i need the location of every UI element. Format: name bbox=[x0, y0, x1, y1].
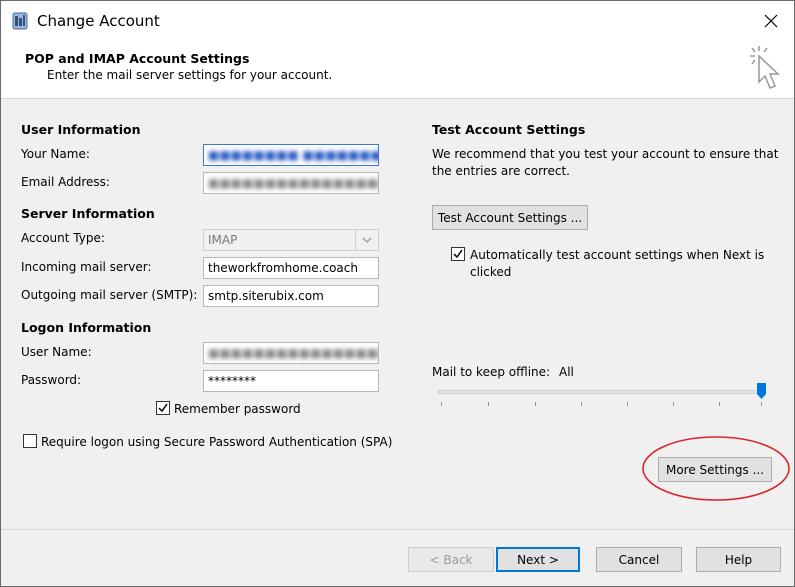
slider-tick bbox=[627, 402, 628, 406]
highlight-ellipse bbox=[642, 436, 790, 501]
outgoing-server-label: Outgoing mail server (SMTP): bbox=[21, 288, 198, 302]
close-icon bbox=[764, 14, 778, 28]
checkmark-icon bbox=[158, 403, 168, 413]
spa-checkbox[interactable] bbox=[23, 434, 37, 448]
user-name-label: User Name: bbox=[21, 345, 92, 359]
header-subtitle: Enter the mail server settings for your … bbox=[47, 68, 333, 82]
close-button[interactable] bbox=[748, 1, 794, 41]
auto-test-label-line2: clicked bbox=[470, 265, 512, 279]
your-name-label: Your Name: bbox=[21, 147, 90, 161]
title-bar: Change Account bbox=[1, 1, 794, 41]
header-title: POP and IMAP Account Settings bbox=[25, 51, 250, 66]
window-title: Change Account bbox=[37, 12, 160, 30]
slider-tick bbox=[535, 402, 536, 406]
account-type-value: IMAP bbox=[208, 233, 238, 247]
password-label: Password: bbox=[21, 373, 82, 387]
help-button[interactable]: Help bbox=[696, 547, 781, 572]
password-input[interactable]: ******** bbox=[203, 370, 379, 392]
your-name-value: ■■■■■■■■ ■■■■■■■ ■■■■ bbox=[208, 148, 379, 162]
chevron-down-icon bbox=[362, 237, 372, 243]
test-account-settings-button[interactable]: Test Account Settings ... bbox=[432, 205, 588, 230]
outgoing-server-value: smtp.siterubix.com bbox=[208, 289, 324, 303]
checkmark-icon bbox=[453, 249, 463, 259]
test-settings-heading: Test Account Settings bbox=[432, 122, 586, 137]
next-button[interactable]: Next > bbox=[496, 547, 580, 572]
back-button: < Back bbox=[408, 547, 494, 572]
slider-tick bbox=[673, 402, 674, 406]
test-description-line2: the entries are correct. bbox=[432, 164, 570, 178]
dropdown-arrow bbox=[355, 230, 378, 250]
mail-offline-label: Mail to keep offline: bbox=[432, 365, 551, 379]
incoming-server-value: theworkfromhome.coach bbox=[208, 261, 358, 275]
slider-tick bbox=[581, 402, 582, 406]
incoming-server-label: Incoming mail server: bbox=[21, 260, 152, 274]
email-address-input[interactable]: ■■■■■■■■■■■■■■■■■■■■■■ bbox=[203, 172, 379, 194]
account-type-label: Account Type: bbox=[21, 231, 105, 245]
footer-separator bbox=[1, 529, 794, 530]
offline-slider-thumb[interactable] bbox=[757, 383, 766, 399]
wizard-header: POP and IMAP Account Settings Enter the … bbox=[1, 41, 794, 99]
remember-password-label: Remember password bbox=[174, 402, 301, 416]
email-address-value: ■■■■■■■■■■■■■■■■■■■■■■ bbox=[208, 176, 379, 190]
remember-password-checkbox[interactable] bbox=[156, 401, 170, 415]
slider-tick bbox=[441, 402, 442, 406]
your-name-input[interactable]: ■■■■■■■■ ■■■■■■■ ■■■■ bbox=[203, 144, 379, 166]
cancel-button[interactable]: Cancel bbox=[596, 547, 682, 572]
slider-tick bbox=[761, 402, 762, 406]
email-address-label: Email Address: bbox=[21, 175, 110, 189]
test-description-line1: We recommend that you test your account … bbox=[432, 147, 779, 161]
spa-label: Require logon using Secure Password Auth… bbox=[41, 435, 393, 449]
slider-tick bbox=[488, 402, 489, 406]
offline-slider-track[interactable] bbox=[438, 390, 764, 394]
account-type-select: IMAP bbox=[203, 229, 379, 251]
cursor-sparkle-icon bbox=[750, 46, 780, 89]
user-name-input[interactable]: ■■■■■■■■■■■■■■■■■■■■■■ bbox=[203, 342, 379, 364]
password-value: ******** bbox=[208, 374, 256, 388]
auto-test-checkbox[interactable] bbox=[451, 247, 465, 261]
auto-test-label-line1: Automatically test account settings when… bbox=[470, 248, 765, 262]
user-info-heading: User Information bbox=[21, 122, 141, 137]
server-info-heading: Server Information bbox=[21, 206, 155, 221]
outlook-app-icon bbox=[12, 12, 28, 30]
incoming-server-input[interactable]: theworkfromhome.coach bbox=[203, 257, 379, 279]
logon-info-heading: Logon Information bbox=[21, 320, 152, 335]
mail-offline-value: All bbox=[559, 365, 574, 379]
outgoing-server-input[interactable]: smtp.siterubix.com bbox=[203, 285, 379, 307]
change-account-dialog: Change Account POP and IMAP Account Sett… bbox=[0, 0, 795, 587]
slider-tick bbox=[719, 402, 720, 406]
user-name-value: ■■■■■■■■■■■■■■■■■■■■■■ bbox=[208, 346, 379, 360]
